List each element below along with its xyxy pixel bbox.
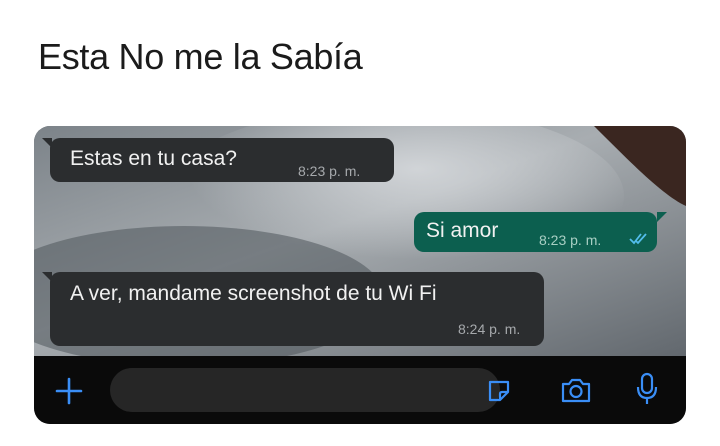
plus-icon <box>55 377 83 405</box>
bubble-tail <box>657 212 667 222</box>
message-time: 8:24 p. m. <box>458 321 521 337</box>
message-bubble-incoming[interactable]: Estas en tu casa? 8:23 p. m. <box>50 138 394 182</box>
sticker-button[interactable] <box>486 378 512 404</box>
chat-screenshot: Estas en tu casa? 8:23 p. m. Si amor 8:2… <box>34 126 686 424</box>
bubble-tail <box>42 272 52 282</box>
camera-button[interactable] <box>560 376 592 404</box>
microphone-icon <box>636 372 658 404</box>
message-text: Estas en tu casa? <box>70 147 237 170</box>
message-text: A ver, mandame screenshot de tu Wi Fi <box>70 282 437 305</box>
post-caption: Esta No me la Sabía <box>38 36 363 77</box>
message-time: 8:23 p. m. <box>539 232 602 248</box>
add-attachment-button[interactable] <box>54 376 84 406</box>
message-composer <box>34 356 686 424</box>
sticker-icon <box>488 380 510 402</box>
voice-message-button[interactable] <box>636 372 658 406</box>
message-text: Si amor <box>426 219 499 242</box>
bubble-tail <box>42 138 52 148</box>
message-input[interactable] <box>110 368 500 412</box>
message-bubble-incoming[interactable]: A ver, mandame screenshot de tu Wi Fi 8:… <box>50 272 544 346</box>
read-receipt-icon <box>629 233 647 245</box>
message-bubble-outgoing[interactable]: Si amor 8:23 p. m. <box>414 212 657 252</box>
message-time: 8:23 p. m. <box>298 163 361 179</box>
camera-icon <box>561 378 591 403</box>
